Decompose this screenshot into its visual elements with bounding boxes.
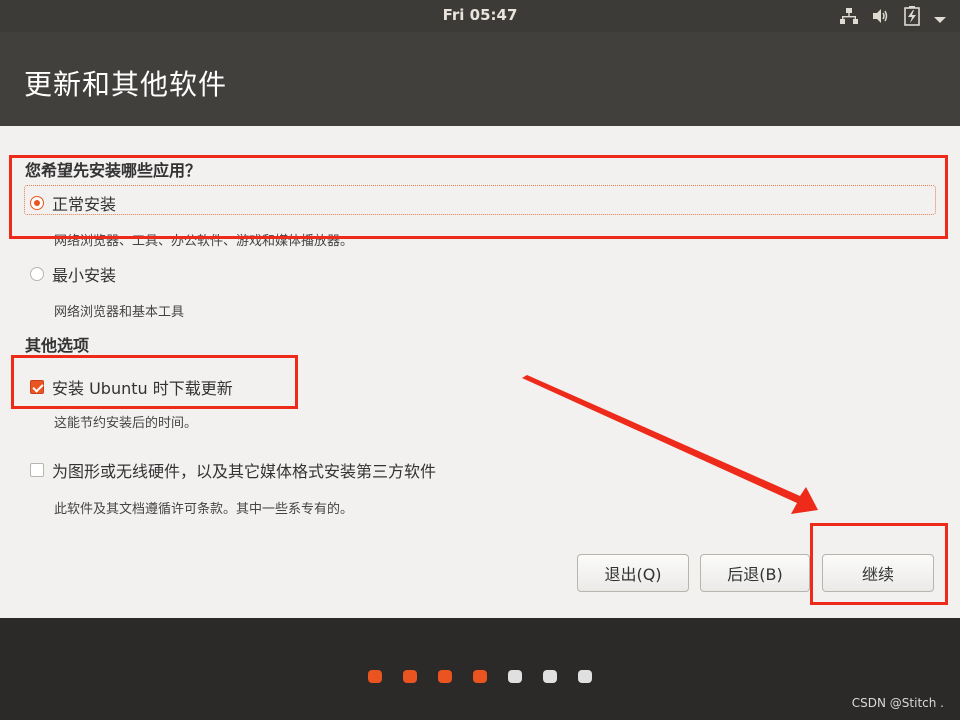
third-party-label: 为图形或无线硬件，以及其它媒体格式安装第三方软件: [52, 462, 437, 481]
progress-footer: CSDN @Stitch .: [0, 618, 960, 720]
progress-dot: [403, 670, 417, 683]
content-area: 您希望先安装哪些应用？ 正常安装 网络浏览器、工具、办公软件、游戏和媒体播放器。…: [0, 126, 960, 618]
checkbox-unchecked-icon[interactable]: [30, 463, 44, 477]
quit-button[interactable]: 退出(Q): [577, 554, 689, 592]
normal-install-label: 正常安装: [52, 195, 117, 214]
radio-normal-install[interactable]: 正常安装: [30, 191, 116, 215]
checkbox-checked-icon[interactable]: [30, 380, 44, 394]
window-header: 更新和其他软件: [0, 32, 960, 126]
checkbox-download-updates[interactable]: 安装 Ubuntu 时下载更新: [30, 375, 233, 399]
page-title: 更新和其他软件: [24, 68, 228, 101]
progress-dot: [508, 670, 522, 683]
radio-minimal-install[interactable]: 最小安装: [30, 262, 116, 286]
third-party-desc: 此软件及其文档遵循许可条款。其中一些系专有的。: [54, 502, 354, 517]
minimal-install-label: 最小安装: [52, 266, 117, 285]
other-options-heading: 其他选项: [25, 336, 90, 355]
radio-unselected-icon[interactable]: [30, 267, 44, 281]
checkbox-third-party[interactable]: 为图形或无线硬件，以及其它媒体格式安装第三方软件: [30, 458, 436, 482]
volume-icon[interactable]: [872, 7, 890, 29]
continue-button[interactable]: 继续: [822, 554, 934, 592]
back-button[interactable]: 后退(B): [700, 554, 810, 592]
battery-icon[interactable]: [904, 6, 920, 30]
minimal-install-desc: 网络浏览器和基本工具: [54, 305, 185, 320]
radio-selected-icon[interactable]: [30, 196, 44, 210]
progress-dot: [543, 670, 557, 683]
progress-dot: [473, 670, 487, 683]
watermark: CSDN @Stitch .: [851, 696, 944, 710]
top-panel: Fri 05:47: [0, 0, 960, 32]
download-updates-label: 安装 Ubuntu 时下载更新: [52, 379, 233, 398]
menu-arrow-icon[interactable]: [934, 9, 946, 28]
progress-dots: [368, 670, 592, 683]
network-icon[interactable]: [840, 7, 858, 29]
progress-dot: [438, 670, 452, 683]
progress-dot: [578, 670, 592, 683]
install-type-heading: 您希望先安装哪些应用？: [25, 161, 202, 180]
download-updates-desc: 这能节约安装后的时间。: [54, 416, 198, 431]
normal-install-desc: 网络浏览器、工具、办公软件、游戏和媒体播放器。: [54, 234, 354, 249]
clock[interactable]: Fri 05:47: [0, 6, 960, 24]
progress-dot: [368, 670, 382, 683]
focus-outline: [24, 185, 936, 215]
system-tray[interactable]: [840, 6, 946, 30]
